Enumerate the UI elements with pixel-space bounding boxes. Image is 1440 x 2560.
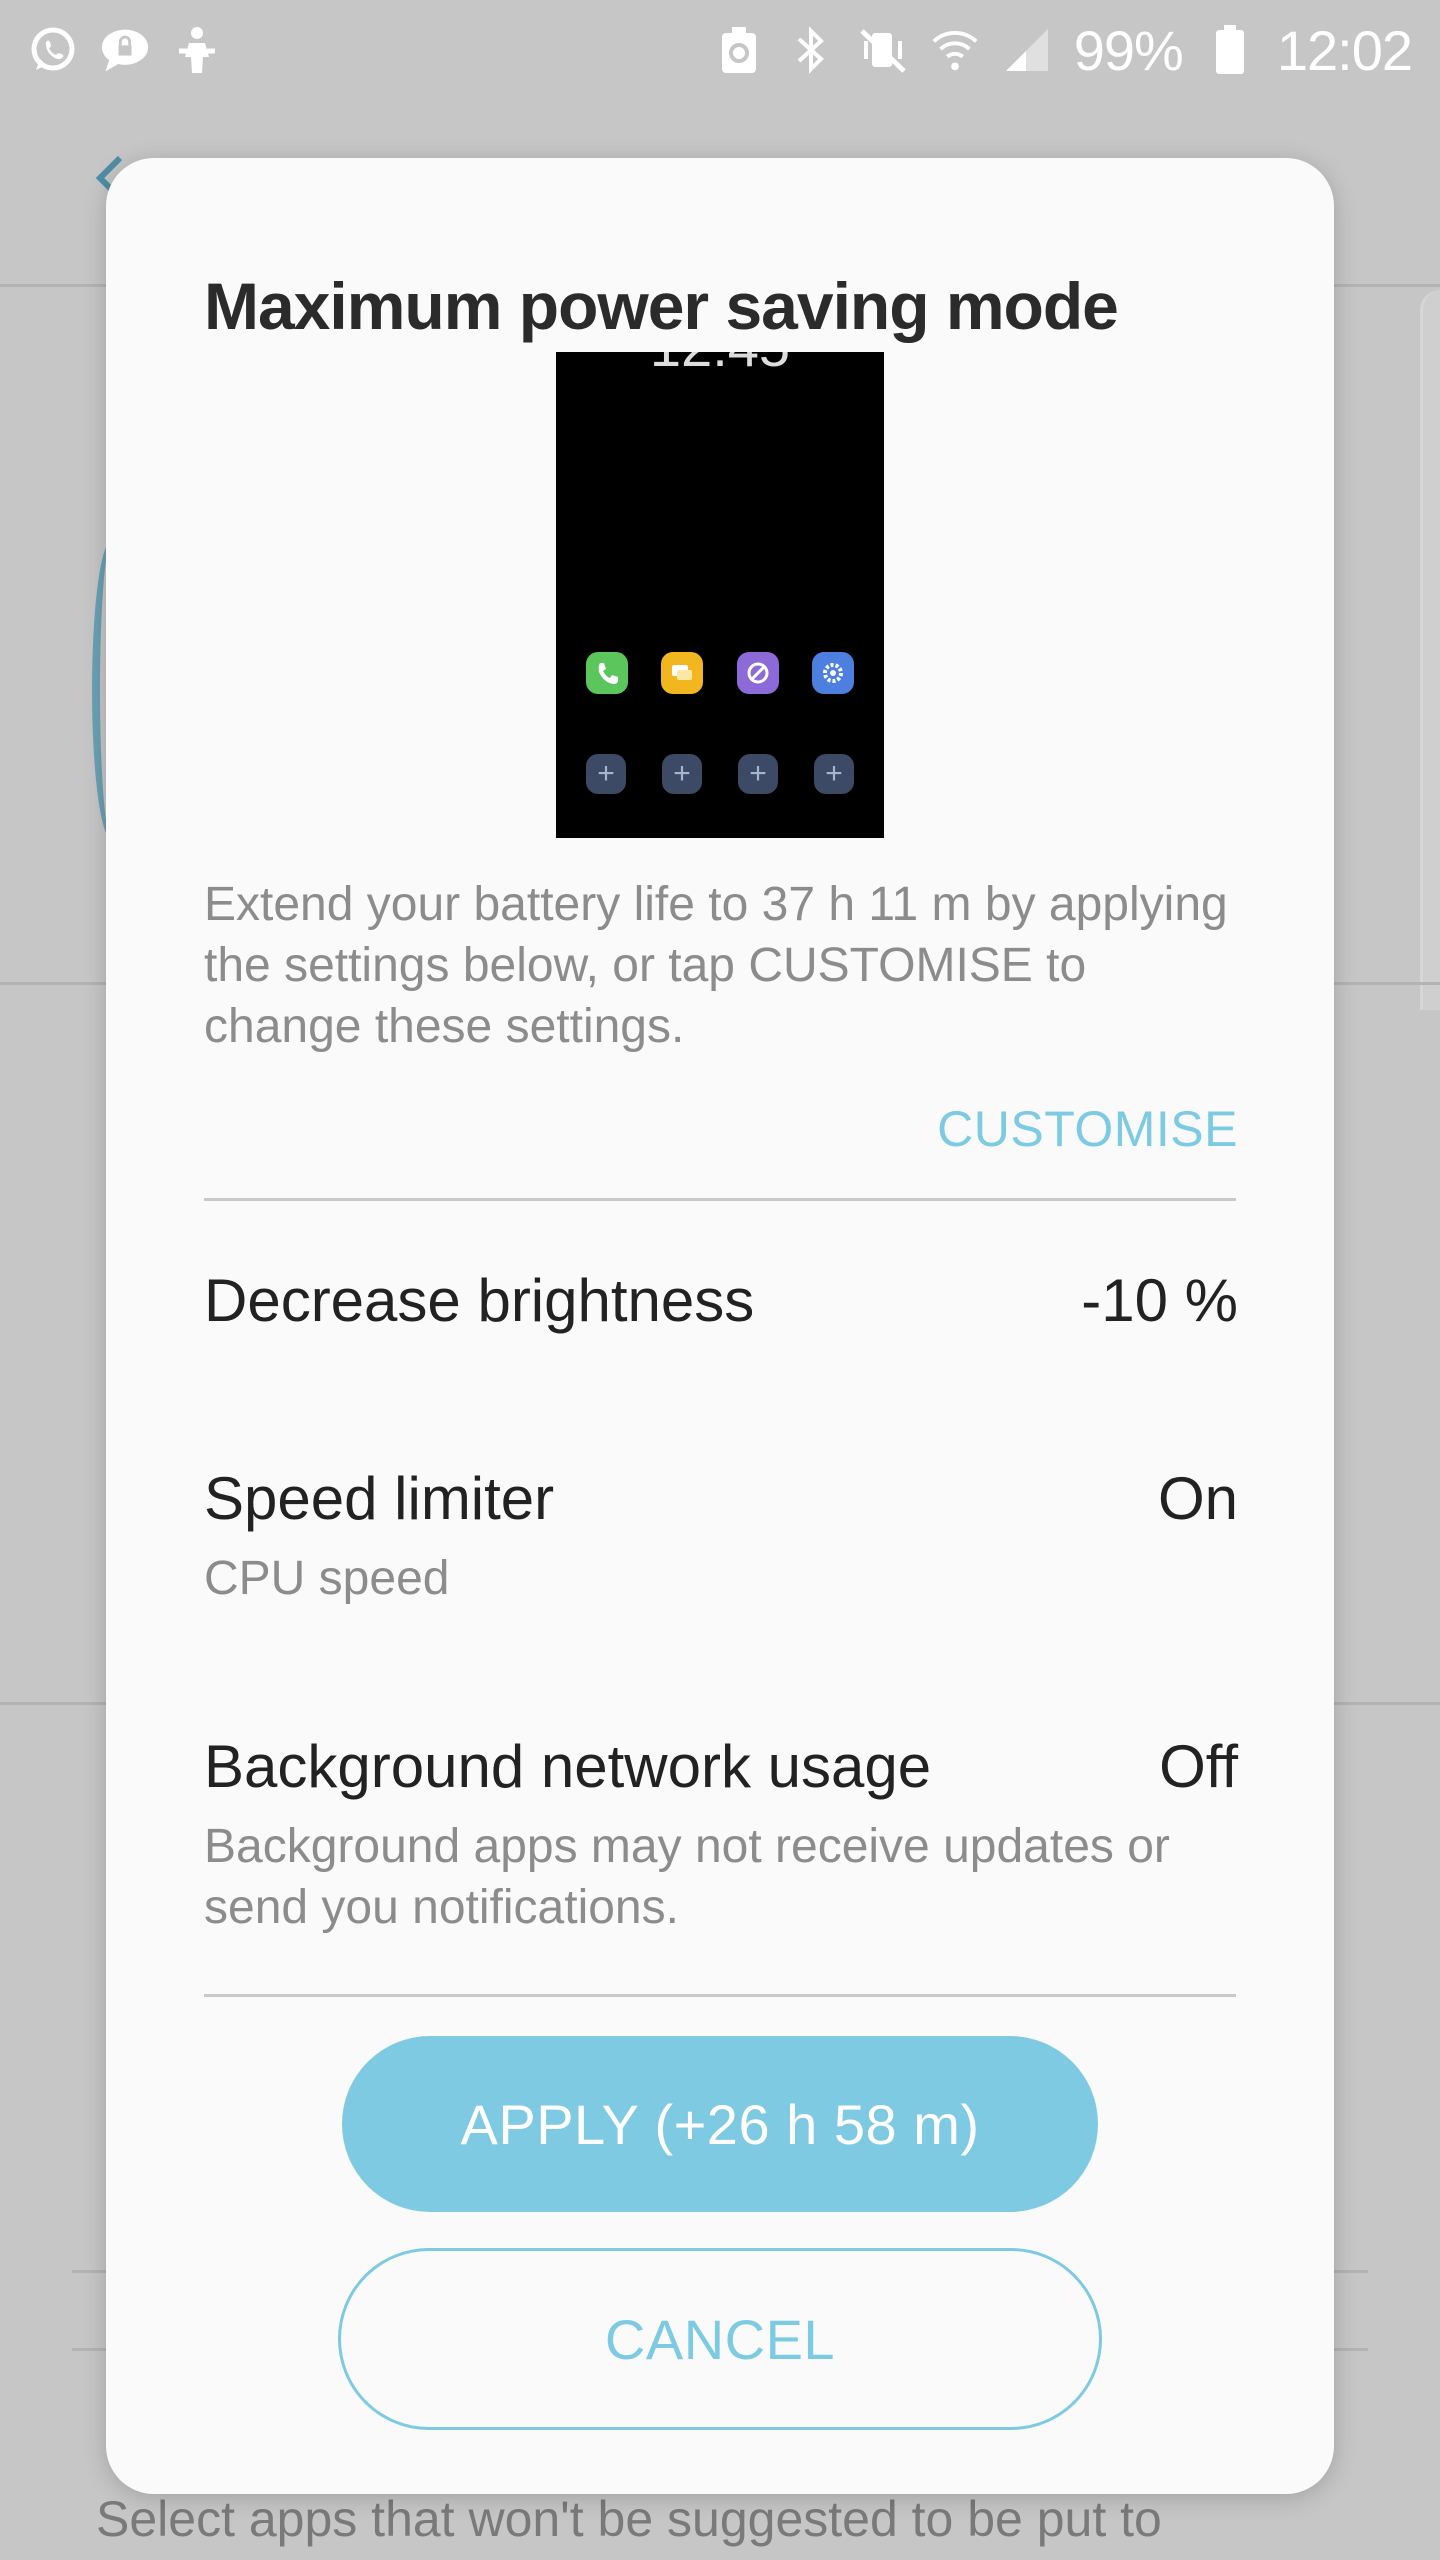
messages-icon	[661, 652, 704, 694]
clock: 12:02	[1276, 18, 1413, 82]
dialog-description: Extend your battery life to 37 h 11 m by…	[204, 878, 1228, 1053]
phone-icon	[586, 652, 628, 694]
system-icons: 99% 12:02	[714, 18, 1413, 83]
setting-background-network-value: Off	[1159, 1733, 1238, 1800]
setting-decrease-brightness-value: -10 %	[1081, 1267, 1238, 1334]
vibrate-mute-icon	[858, 25, 908, 75]
setting-decrease-brightness-label: Decrease brightness	[204, 1267, 755, 1334]
cancel-button[interactable]: CANCEL	[338, 2248, 1102, 2430]
signal-icon	[1002, 25, 1052, 75]
setting-speed-limiter-value: On	[1157, 1465, 1238, 1532]
internet-icon	[736, 652, 779, 694]
add-app-icon: +	[662, 754, 702, 794]
mode-preview-image: 12:45 + + + +	[556, 352, 884, 838]
setting-background-network-subtitle: Background apps may not receive updates …	[204, 1820, 1170, 1934]
divider	[204, 1994, 1236, 1997]
setting-speed-limiter-label: Speed limiter	[204, 1465, 555, 1532]
add-app-icon: +	[814, 754, 854, 794]
add-app-icon: +	[738, 754, 778, 794]
usb-debug-icon	[172, 25, 222, 75]
power-saving-dialog: Maximum power saving mode 12:45 + + + + …	[106, 158, 1334, 2494]
customise-button[interactable]: CUSTOMISE	[937, 1100, 1238, 1158]
dialog-title: Maximum power saving mode	[204, 269, 1119, 343]
preview-clock: 12:45	[556, 352, 884, 379]
preview-app-row	[586, 652, 854, 694]
wifi-icon	[930, 25, 980, 75]
battery-percent: 99%	[1073, 18, 1184, 82]
preview-add-row: + + + +	[586, 754, 854, 794]
background-setting-description: Select apps that won't be suggested to b…	[96, 2491, 1162, 2547]
setting-background-network-label: Background network usage	[204, 1733, 932, 1800]
setting-speed-limiter-subtitle: CPU speed	[204, 1552, 450, 1605]
status-bar: 99% 12:02	[0, 0, 1440, 100]
battery-saver-icon	[714, 25, 764, 75]
chat-lock-icon	[100, 25, 150, 75]
background-card-edge	[1420, 290, 1440, 1010]
battery-icon	[1205, 25, 1255, 75]
whatsapp-icon	[28, 25, 78, 75]
divider	[204, 1198, 1236, 1201]
bluetooth-icon	[786, 25, 836, 75]
notification-icons	[28, 25, 222, 75]
add-app-icon: +	[586, 754, 626, 794]
apply-button[interactable]: APPLY (+26 h 58 m)	[342, 2036, 1098, 2212]
settings-icon	[811, 652, 854, 694]
